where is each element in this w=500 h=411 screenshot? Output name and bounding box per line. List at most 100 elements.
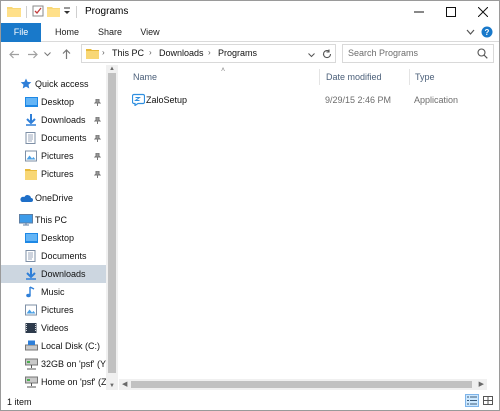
nav-pc-desktop[interactable]: Desktop (1, 229, 106, 247)
details-view-button[interactable] (465, 394, 479, 407)
maximize-button[interactable] (435, 1, 467, 23)
refresh-button[interactable] (322, 49, 332, 61)
nav-label: Documents (41, 251, 87, 261)
nav-label: Quick access (35, 79, 89, 89)
nav-this-pc[interactable]: This PC (1, 211, 106, 229)
nav-quick-desktop[interactable]: Desktop (1, 93, 106, 111)
search-box[interactable] (342, 44, 494, 63)
nav-pc-videos[interactable]: Videos (1, 319, 106, 337)
network-drive-icon (24, 357, 38, 371)
scroll-up-arrow-icon[interactable]: ▲ (109, 66, 115, 72)
file-list-pane: ˄ Name Date modified Type ZaloSetup 9/29… (119, 65, 499, 390)
ribbon-right-controls: ? (466, 26, 493, 40)
address-row: › This PC › Downloads › Programs (1, 42, 499, 65)
pin-icon (93, 152, 102, 162)
nav-quick-access[interactable]: Quick access (1, 75, 106, 93)
tab-share[interactable]: Share (92, 23, 128, 42)
breadcrumb-separator: › (149, 48, 152, 57)
folder-icon (86, 48, 99, 61)
scroll-down-arrow-icon[interactable]: ▼ (109, 383, 115, 389)
status-bar: 1 item (1, 390, 499, 410)
nav-quick-downloads[interactable]: Downloads (1, 111, 106, 129)
title-bar: Programs (1, 1, 499, 23)
search-input[interactable] (348, 48, 473, 58)
tab-home[interactable]: Home (49, 23, 85, 42)
nav-label: Downloads (41, 269, 86, 279)
navigation-pane: Quick access Desktop Downloads Documents (1, 65, 119, 390)
pictures-icon (24, 303, 38, 317)
nav-scrollbar[interactable]: ▲ ▼ (106, 65, 118, 390)
nav-pc-music[interactable]: Music (1, 283, 106, 301)
nav-onedrive[interactable]: OneDrive (1, 189, 106, 207)
details-view-icon (467, 396, 477, 405)
tab-view[interactable]: View (135, 23, 165, 42)
new-folder-icon[interactable] (47, 5, 60, 19)
help-button[interactable]: ? (481, 26, 493, 40)
nav-pc-downloads[interactable]: Downloads (1, 265, 106, 283)
nav-pc-pictures[interactable]: Pictures (1, 301, 106, 319)
address-history-button[interactable] (308, 50, 315, 60)
file-name: ZaloSetup (146, 95, 188, 105)
breadcrumb-programs[interactable]: Programs (218, 48, 257, 58)
ribbon-tabs: File Home Share View ? (1, 23, 499, 42)
help-icon: ? (481, 26, 493, 38)
nav-label: Home on 'psf' (Z (41, 377, 107, 387)
horizontal-scrollbar-thumb[interactable] (131, 381, 472, 388)
nav-pc-local-disk[interactable]: Local Disk (C:) (1, 337, 106, 355)
breadcrumb-this-pc[interactable]: This PC (112, 48, 144, 58)
tab-file[interactable]: File (1, 23, 41, 42)
network-drive-icon (24, 375, 38, 389)
column-header-type[interactable]: Type (415, 72, 435, 82)
nav-label: Videos (41, 323, 69, 333)
column-divider[interactable] (409, 69, 410, 85)
nav-label: Desktop (41, 233, 75, 243)
downloads-icon (24, 267, 38, 281)
column-divider[interactable] (319, 69, 320, 85)
up-button[interactable] (59, 47, 73, 61)
nav-label: Pictures (41, 151, 74, 161)
column-header-date-modified[interactable]: Date modified (326, 72, 382, 82)
pin-icon (93, 134, 102, 144)
nav-pc-network-drive-y[interactable]: 32GB on 'psf' (Y: (1, 355, 108, 373)
close-icon (478, 7, 488, 17)
toolbar-divider (76, 6, 77, 18)
view-toggle-group (465, 394, 495, 407)
nav-pc-network-drive-z[interactable]: Home on 'psf' (Z (1, 373, 106, 391)
scroll-right-arrow-icon[interactable]: ▶ (479, 380, 484, 388)
forward-arrow-icon (27, 50, 38, 58)
horizontal-scrollbar[interactable]: ◀ ▶ (119, 379, 487, 390)
nav-quick-documents[interactable]: Documents (1, 129, 106, 147)
close-button[interactable] (467, 1, 499, 23)
file-row[interactable]: ZaloSetup 9/29/15 2:46 PM Application (129, 91, 489, 109)
pin-icon (93, 98, 102, 108)
svg-text:?: ? (485, 28, 490, 37)
window-controls (403, 1, 499, 23)
properties-icon[interactable] (32, 5, 44, 19)
customize-toolbar-icon[interactable] (63, 6, 71, 18)
minimize-button[interactable] (403, 1, 435, 23)
large-icons-view-button[interactable] (481, 394, 495, 407)
search-icon[interactable] (477, 48, 488, 61)
address-bar[interactable]: › This PC › Downloads › Programs (81, 44, 336, 63)
back-button[interactable] (7, 47, 21, 61)
onedrive-cloud-icon (19, 191, 33, 205)
nav-quick-pictures-folder[interactable]: Pictures (1, 165, 106, 183)
nav-scrollbar-thumb[interactable] (108, 73, 116, 373)
up-arrow-icon (62, 48, 70, 59)
nav-label: 32GB on 'psf' (Y: (41, 359, 108, 369)
nav-pc-documents[interactable]: Documents (1, 247, 106, 265)
nav-label: This PC (35, 215, 68, 225)
documents-icon (24, 249, 38, 263)
recent-locations-button[interactable] (43, 47, 51, 61)
quick-access-toolbar (7, 5, 79, 19)
forward-button[interactable] (25, 47, 39, 61)
expand-ribbon-button[interactable] (466, 28, 475, 38)
nav-quick-pictures[interactable]: Pictures (1, 147, 106, 165)
column-header-name[interactable]: Name (133, 72, 157, 82)
pin-icon (93, 116, 102, 126)
nav-label: Local Disk (C:) (41, 341, 101, 351)
scroll-left-arrow-icon[interactable]: ◀ (122, 380, 127, 388)
minimize-icon (414, 11, 424, 13)
breadcrumb-downloads[interactable]: Downloads (159, 48, 204, 58)
nav-label: Pictures (41, 305, 74, 315)
